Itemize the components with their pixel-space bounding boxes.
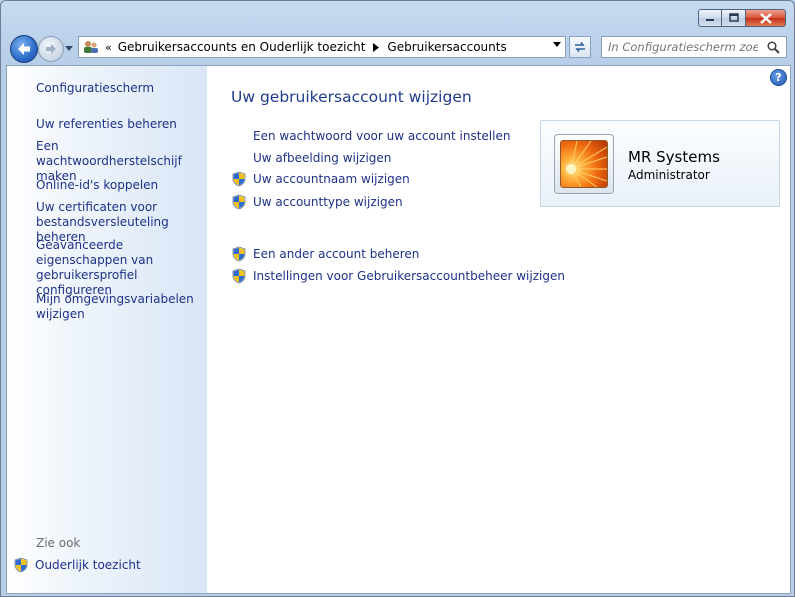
refresh-icon <box>575 42 585 52</box>
back-button[interactable] <box>10 35 38 63</box>
task-change-account-type[interactable]: Uw accounttype wijzigen <box>231 194 403 210</box>
search-input[interactable] <box>608 40 758 54</box>
window: « Gebruikersaccounts en Ouderlijk toezic… <box>0 0 795 597</box>
close-icon <box>759 12 772 24</box>
task-change-account-name[interactable]: Uw accountnaam wijzigen <box>231 171 410 187</box>
user-role: Administrator <box>628 168 710 182</box>
help-button[interactable]: ? <box>770 69 787 86</box>
task-label: Een wachtwoord voor uw account instellen <box>253 129 511 143</box>
breadcrumb-item[interactable]: Gebruikersaccounts <box>387 40 506 54</box>
maximize-button[interactable] <box>722 9 746 27</box>
user-accounts-icon <box>84 41 98 53</box>
refresh-button[interactable] <box>569 36 591 58</box>
help-icon: ? <box>775 71 782 84</box>
sidebar: Configuratiescherm Uw referenties behere… <box>7 66 207 593</box>
recent-pages-button[interactable] <box>64 43 74 53</box>
user-account-card: MR Systems Administrator <box>540 120 780 207</box>
uac-shield-icon <box>232 246 246 262</box>
caption-buttons <box>698 9 786 27</box>
address-bar[interactable]: « Gebruikersaccounts en Ouderlijk toezic… <box>78 36 566 58</box>
task-label: Uw afbeelding wijzigen <box>253 151 392 165</box>
task-manage-another-account[interactable]: Een ander account beheren <box>231 246 419 262</box>
see-also-heading: Zie ook <box>36 536 81 550</box>
minimize-icon <box>706 19 714 21</box>
uac-shield-icon <box>14 557 28 573</box>
back-arrow-icon <box>18 43 30 55</box>
search-icon[interactable] <box>767 41 780 54</box>
maximize-icon <box>728 13 739 22</box>
sidebar-item-environment-variables[interactable]: Mijn omgevingsvariabelen wijzigen <box>36 292 204 322</box>
search-box <box>601 36 787 58</box>
breadcrumb-item[interactable]: Gebruikersaccounts en Ouderlijk toezicht <box>118 40 366 54</box>
task-label: Instellingen voor Gebruikersaccountbehee… <box>253 269 565 283</box>
close-button[interactable] <box>746 9 786 27</box>
task-label: Uw accountnaam wijzigen <box>253 172 410 186</box>
content-area: Configuratiescherm Uw referenties behere… <box>6 65 791 594</box>
sidebar-item-link-online-ids[interactable]: Online-id's koppelen <box>36 178 204 193</box>
task-set-password[interactable]: Een wachtwoord voor uw account instellen <box>231 128 510 144</box>
user-name: MR Systems <box>628 148 720 166</box>
sidebar-item-control-panel-home[interactable]: Configuratiescherm <box>36 81 204 96</box>
page-title: Uw gebruikersaccount wijzigen <box>231 88 472 106</box>
task-label: Uw accounttype wijzigen <box>253 195 403 209</box>
task-change-picture[interactable]: Uw afbeelding wijzigen <box>231 150 391 166</box>
sidebar-item-advanced-profile-properties[interactable]: Geavanceerde eigenschappen van gebruiker… <box>36 238 204 298</box>
parental-controls-label: Ouderlijk toezicht <box>35 558 141 572</box>
task-label: Een ander account beheren <box>253 247 420 261</box>
uac-shield-icon <box>232 268 246 284</box>
chevron-right-icon[interactable] <box>373 42 380 52</box>
sidebar-item-parental-controls[interactable]: Ouderlijk toezicht <box>13 557 141 573</box>
sidebar-item-manage-credentials[interactable]: Uw referenties beheren <box>36 117 204 132</box>
uac-shield-icon <box>232 194 246 210</box>
chevron-down-icon <box>65 45 73 51</box>
uac-shield-icon <box>232 171 246 187</box>
minimize-button[interactable] <box>698 9 722 27</box>
forward-arrow-icon <box>46 44 56 54</box>
flower-picture-icon <box>561 141 607 187</box>
forward-button[interactable] <box>38 36 64 62</box>
chevron-down-icon[interactable] <box>553 42 561 47</box>
avatar-frame[interactable] <box>554 134 614 194</box>
avatar <box>560 140 608 188</box>
address-overflow[interactable]: « <box>105 41 112 54</box>
task-uac-settings[interactable]: Instellingen voor Gebruikersaccountbehee… <box>231 268 565 284</box>
